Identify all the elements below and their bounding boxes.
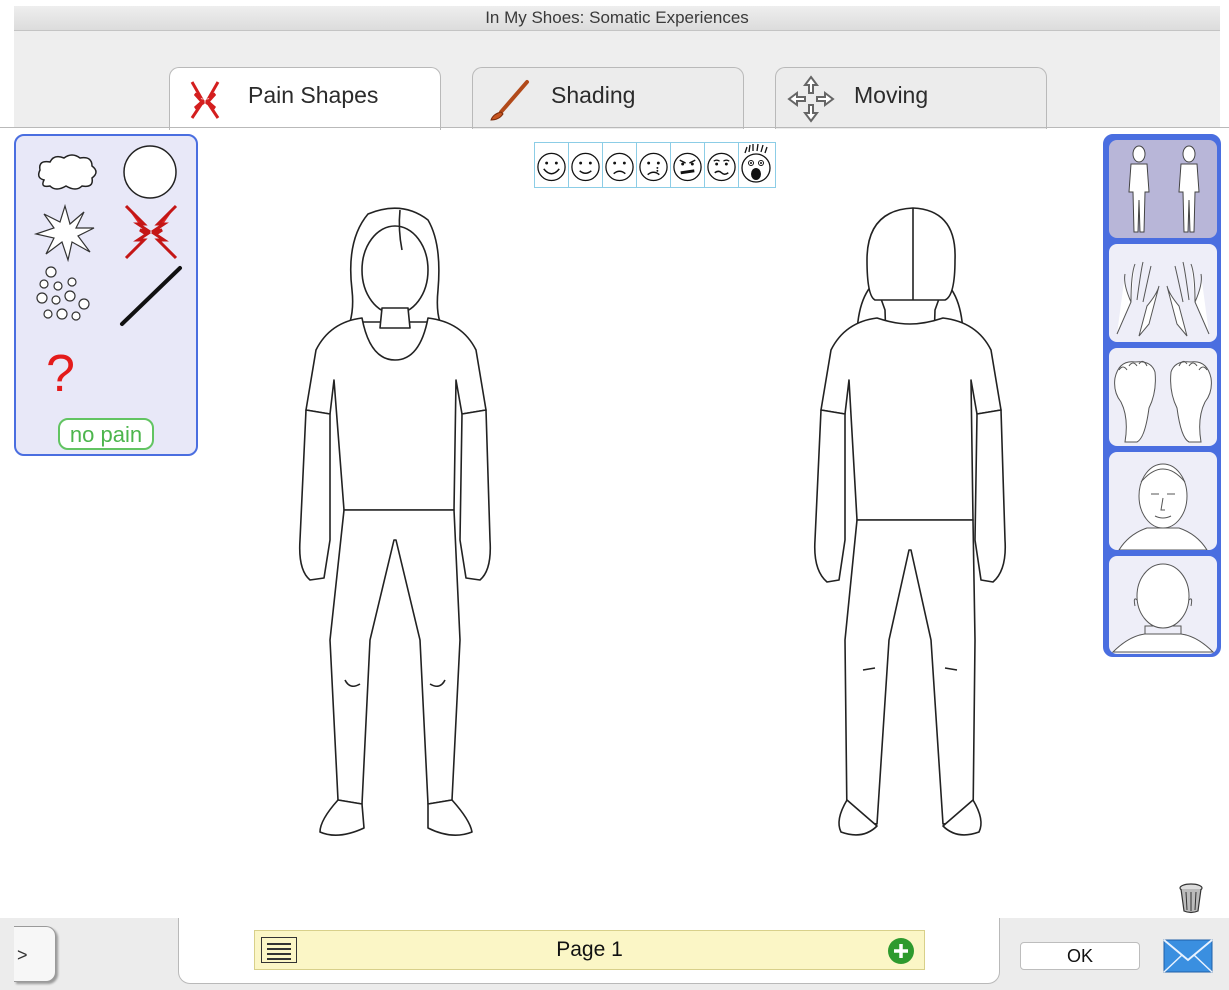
view-hands[interactable] (1109, 244, 1217, 342)
pain-shapes-panel: ? no pain (14, 134, 198, 456)
ok-button[interactable]: OK (1020, 942, 1140, 970)
head-back-thumbnail-icon (1111, 563, 1215, 653)
tab-shading[interactable]: Shading (472, 67, 744, 129)
face-worried-icon[interactable] (705, 143, 739, 187)
lightning-cross-icon[interactable] (120, 204, 182, 260)
mail-icon[interactable] (1163, 938, 1213, 974)
body-front-figure[interactable] (290, 200, 500, 850)
full-body-thumbnail-icon (1128, 145, 1200, 233)
expand-panel-button[interactable]: > (14, 926, 56, 982)
emotion-faces-strip (534, 142, 776, 188)
bubbles-shape-icon[interactable] (36, 264, 96, 326)
feet-thumbnail-icon (1114, 360, 1212, 443)
page-bar: Page 1 (254, 930, 925, 970)
view-full-body[interactable] (1109, 140, 1217, 238)
pain-shapes-icon (190, 81, 220, 119)
tab-label: Moving (854, 82, 929, 108)
tab-label: Shading (551, 82, 636, 108)
view-face[interactable] (1109, 452, 1217, 550)
content-divider (0, 127, 1229, 128)
paintbrush-icon (490, 80, 529, 121)
cloud-shape-icon[interactable] (34, 150, 100, 194)
move-arrows-icon (787, 75, 835, 123)
tab-pain-shapes[interactable]: Pain Shapes (169, 67, 441, 130)
tab-moving[interactable]: Moving (775, 67, 1047, 129)
unknown-pain-question-mark[interactable]: ? (46, 348, 82, 400)
trash-icon[interactable] (1176, 880, 1206, 914)
face-happy-icon[interactable] (535, 143, 569, 187)
body-views-panel (1103, 134, 1221, 657)
face-crying-icon[interactable] (637, 143, 671, 187)
face-angry-icon[interactable] (671, 143, 705, 187)
page-title: Page 1 (556, 938, 623, 961)
tab-label: Pain Shapes (248, 82, 379, 108)
add-page-icon[interactable] (887, 937, 915, 965)
no-pain-button[interactable]: no pain (58, 418, 154, 450)
face-shocked-icon[interactable] (739, 143, 773, 187)
hands-thumbnail-icon (1116, 261, 1210, 337)
burst-shape-icon[interactable] (34, 204, 96, 262)
circle-shape-icon[interactable] (122, 144, 178, 200)
face-sad-icon[interactable] (603, 143, 637, 187)
line-tool-icon[interactable] (118, 264, 184, 328)
view-head-back[interactable] (1109, 556, 1217, 654)
view-feet[interactable] (1109, 348, 1217, 446)
window-title: In My Shoes: Somatic Experiences (14, 6, 1220, 31)
body-back-figure[interactable] (805, 200, 1015, 850)
face-smiling-icon[interactable] (569, 143, 603, 187)
face-thumbnail-icon (1118, 463, 1208, 550)
